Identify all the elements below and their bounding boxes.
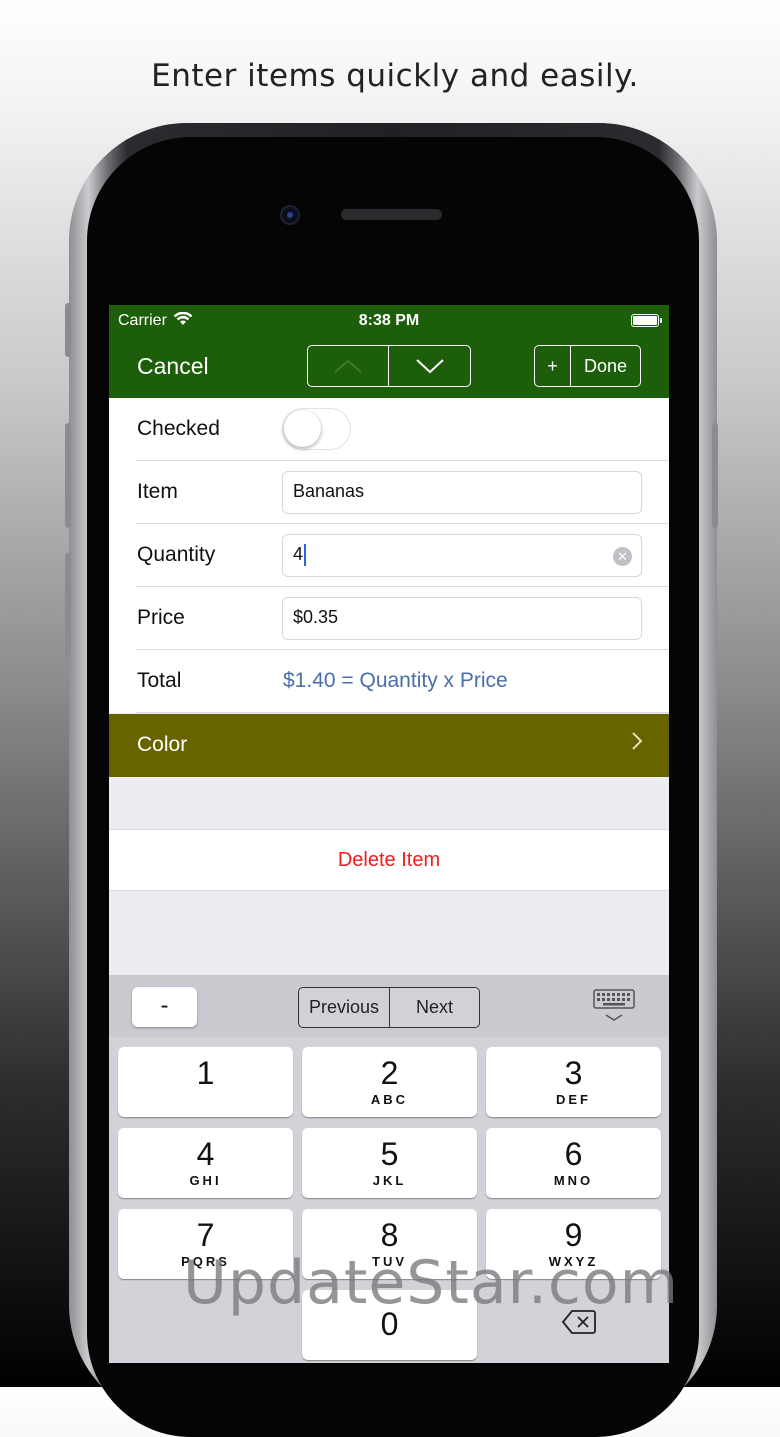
color-row[interactable]: Color	[109, 714, 669, 777]
watermark-logo: UpdateStar.com	[183, 1248, 680, 1318]
delete-item-button[interactable]: Delete Item	[109, 829, 669, 891]
chevron-up-icon	[334, 359, 362, 373]
item-field[interactable]: Bananas	[282, 471, 642, 514]
previous-field-button[interactable]: Previous	[299, 988, 390, 1027]
keyboard-dismiss-icon[interactable]	[593, 989, 635, 1023]
cancel-button[interactable]: Cancel	[137, 353, 209, 380]
chevron-down-icon	[415, 359, 444, 374]
volume-down-button	[65, 553, 71, 658]
front-camera	[280, 205, 300, 225]
key-2[interactable]: 2 ABC	[302, 1047, 477, 1117]
key-letters: MNO	[553, 1173, 594, 1188]
previous-next-segment: Previous Next	[298, 987, 480, 1028]
caption: Enter items quickly and easily.	[151, 58, 639, 94]
key-digit: 4	[196, 1136, 215, 1172]
key-digit: 3	[564, 1055, 583, 1091]
item-navigation-segment	[307, 345, 471, 387]
power-button	[712, 423, 718, 528]
key-digit: 7	[196, 1217, 215, 1253]
key-4[interactable]: 4 GHI	[118, 1128, 293, 1198]
add-done-segment: + Done	[534, 345, 641, 387]
key-digit: 5	[380, 1136, 399, 1172]
volume-up-button	[65, 423, 71, 528]
key-digit: 2	[380, 1055, 399, 1091]
price-value: $0.35	[293, 607, 339, 627]
checked-toggle[interactable]	[282, 408, 351, 450]
previous-item-button[interactable]	[308, 346, 389, 386]
app-screen: Carrier 8:38 PM Cancel + Done Checked It…	[109, 305, 669, 1363]
price-field[interactable]: $0.35	[282, 597, 642, 640]
battery-icon	[631, 314, 662, 327]
key-1[interactable]: 1	[118, 1047, 293, 1117]
navigation-bar: Cancel + Done	[109, 337, 669, 398]
status-bar: Carrier 8:38 PM	[109, 305, 669, 337]
delete-item-label: Delete Item	[337, 849, 441, 871]
toggle-knob	[284, 410, 321, 447]
clock: 8:38 PM	[358, 312, 420, 329]
key-6[interactable]: 6 MNO	[486, 1128, 661, 1198]
keyboard-accessory-bar: - Previous Next	[109, 975, 669, 1037]
side-switch	[65, 303, 71, 357]
key-letters: GHI	[189, 1173, 222, 1188]
quantity-value: 4	[293, 544, 304, 564]
quantity-label: Quantity	[137, 543, 216, 566]
earpiece-speaker	[341, 209, 442, 220]
next-item-button[interactable]	[389, 346, 470, 386]
total-row: Total $1.40 = Quantity x Price	[109, 650, 669, 713]
total-label: Total	[137, 669, 182, 692]
done-button[interactable]: Done	[571, 346, 640, 386]
key-5[interactable]: 5 JKL	[302, 1128, 477, 1198]
key-letters: ABC	[370, 1092, 409, 1107]
chevron-right-icon	[631, 731, 643, 757]
item-value: Bananas	[293, 481, 365, 501]
item-form: Checked Item Bananas Quantity 4 ✕ Price …	[109, 398, 669, 713]
total-value: $1.40 = Quantity x Price	[283, 669, 508, 692]
clear-text-icon[interactable]: ✕	[613, 547, 632, 566]
text-cursor	[304, 544, 307, 567]
color-label: Color	[137, 733, 188, 756]
checked-row: Checked	[109, 398, 669, 461]
quantity-row: Quantity 4 ✕	[109, 524, 669, 587]
item-row: Item Bananas	[109, 461, 669, 524]
quantity-field[interactable]: 4 ✕	[282, 534, 642, 577]
next-field-button[interactable]: Next	[390, 988, 479, 1027]
key-3[interactable]: 3 DEF	[486, 1047, 661, 1117]
checked-label: Checked	[137, 417, 220, 440]
key-letters: DEF	[556, 1092, 591, 1107]
key-digit: 9	[564, 1217, 583, 1253]
key-digit: 8	[380, 1217, 399, 1253]
item-label: Item	[137, 480, 178, 503]
price-label: Price	[137, 606, 185, 629]
key-digit: 6	[564, 1136, 583, 1172]
price-row: Price $0.35	[109, 587, 669, 650]
add-item-button[interactable]: +	[535, 346, 571, 386]
minus-button[interactable]: -	[132, 987, 197, 1027]
key-letters: JKL	[372, 1173, 407, 1188]
key-digit: 1	[196, 1055, 215, 1091]
